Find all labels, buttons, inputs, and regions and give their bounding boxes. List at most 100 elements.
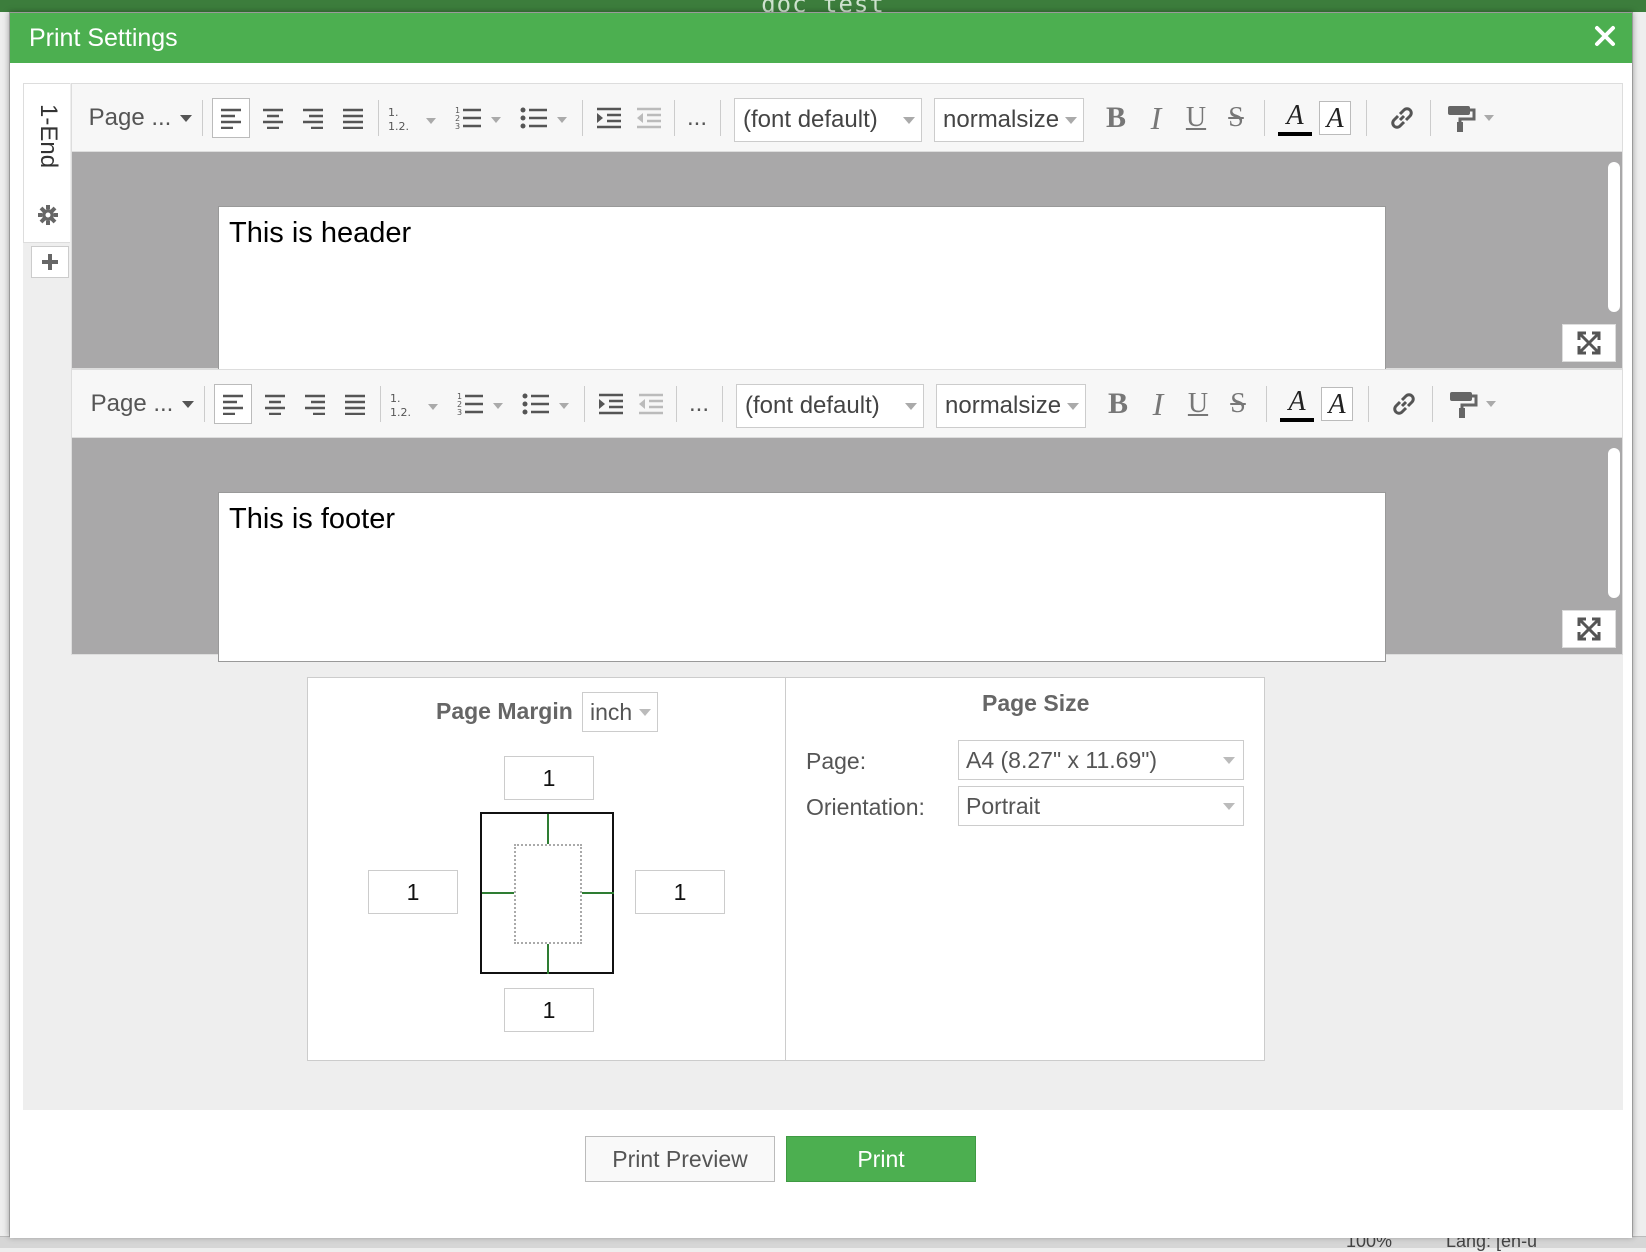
numbered-list-icon[interactable]: 123 xyxy=(454,384,512,424)
footer-text[interactable]: This is footer xyxy=(229,503,395,536)
margin-unit-select[interactable]: inch xyxy=(582,692,658,732)
bullet-list-icon[interactable] xyxy=(520,384,578,424)
toolbar-separator xyxy=(1368,386,1369,422)
background-color-icon: A xyxy=(1321,387,1353,421)
font-size-select[interactable]: normalsize xyxy=(936,384,1086,428)
bullet-list-icon[interactable] xyxy=(518,98,576,138)
underline-button[interactable]: U xyxy=(1178,98,1214,138)
caret-down-icon xyxy=(639,709,651,716)
page-size-value: A4 (8.27" x 11.69") xyxy=(966,747,1158,773)
header-page[interactable]: This is header xyxy=(218,206,1386,376)
link-icon[interactable] xyxy=(1384,384,1424,424)
font-family-select[interactable]: (font default) xyxy=(734,98,922,142)
expand-icon[interactable] xyxy=(1562,324,1616,362)
footer-editor: Page ... 1. 1.2. 1 2 3 ... (font default… xyxy=(71,369,1623,662)
add-section-button[interactable] xyxy=(31,246,69,278)
align-center-icon[interactable] xyxy=(254,98,292,138)
footer-page[interactable]: This is footer xyxy=(218,492,1386,662)
strikethrough-button[interactable]: S xyxy=(1220,384,1256,424)
orientation-select[interactable]: Portrait xyxy=(958,786,1244,826)
margin-top-input[interactable]: 1 xyxy=(504,756,594,800)
margin-right-input[interactable]: 1 xyxy=(635,870,725,914)
margin-bottom-input[interactable]: 1 xyxy=(504,988,594,1032)
dialog-title: Print Settings xyxy=(29,24,178,52)
print-preview-button[interactable]: Print Preview xyxy=(585,1136,775,1182)
svg-text:1.2.: 1.2. xyxy=(388,120,409,132)
bold-button[interactable]: B xyxy=(1100,384,1136,424)
dialog-titlebar: Print Settings xyxy=(10,13,1632,63)
format-painter-icon[interactable] xyxy=(1444,384,1508,424)
italic-button[interactable]: I xyxy=(1140,384,1176,424)
toolbar-separator xyxy=(1266,386,1267,422)
multilevel-list-icon[interactable]: 1. 1.2. xyxy=(386,384,448,424)
scroll-thumb[interactable] xyxy=(1608,448,1620,598)
margin-unit-value: inch xyxy=(590,699,633,725)
outdent-icon[interactable] xyxy=(630,98,668,138)
font-family-value: (font default) xyxy=(743,106,878,133)
caret-down-icon xyxy=(1223,803,1235,810)
outdent-icon[interactable] xyxy=(632,384,670,424)
align-right-icon[interactable] xyxy=(294,98,332,138)
section-rail: 1-End xyxy=(23,83,70,695)
caret-down-icon xyxy=(1067,403,1079,410)
close-icon[interactable] xyxy=(1590,21,1620,51)
svg-text:3: 3 xyxy=(455,122,460,131)
multilevel-list-icon[interactable]: 1. 1.2. xyxy=(384,98,446,138)
toolbar-separator xyxy=(582,100,583,136)
page-field-dropdown[interactable]: Page ... xyxy=(88,384,198,424)
section-range-label: 1-End xyxy=(35,104,62,169)
indent-icon[interactable] xyxy=(592,384,630,424)
expand-icon[interactable] xyxy=(1562,610,1616,648)
bold-button[interactable]: B xyxy=(1098,98,1134,138)
print-button[interactable]: Print xyxy=(786,1136,976,1182)
page-size-select[interactable]: A4 (8.27" x 11.69") xyxy=(958,740,1244,780)
numbered-list-icon[interactable]: 123 xyxy=(452,98,510,138)
justify-icon[interactable] xyxy=(336,384,374,424)
link-icon[interactable] xyxy=(1382,98,1422,138)
toolbar-separator xyxy=(380,386,381,422)
align-center-icon[interactable] xyxy=(256,384,294,424)
background-color-button[interactable]: A xyxy=(1318,384,1356,424)
font-family-select[interactable]: (font default) xyxy=(736,384,924,428)
caret-down-icon xyxy=(905,403,917,410)
scroll-thumb[interactable] xyxy=(1608,162,1620,312)
font-color-button[interactable]: A xyxy=(1278,384,1316,424)
svg-text:3: 3 xyxy=(457,408,462,417)
font-family-value: (font default) xyxy=(745,392,880,419)
font-size-value: normalsize xyxy=(943,106,1060,133)
caret-down-icon xyxy=(1065,117,1077,124)
toolbar-separator xyxy=(1264,100,1265,136)
margin-left-input[interactable]: 1 xyxy=(368,870,458,914)
margin-guide-left xyxy=(482,892,514,894)
gear-icon[interactable] xyxy=(37,204,59,231)
indent-icon[interactable] xyxy=(590,98,628,138)
page-field-dropdown[interactable]: Page ... xyxy=(86,98,196,138)
font-color-button[interactable]: A xyxy=(1276,98,1314,138)
header-scrollbar[interactable] xyxy=(1606,162,1622,312)
more-options-button[interactable]: ... xyxy=(682,384,716,424)
toolbar-separator xyxy=(378,100,379,136)
dialog-body: 1-End Page ... 1. 1.2. 1 2 3 ... (font d… xyxy=(23,83,1623,1173)
background-color-button[interactable]: A xyxy=(1316,98,1354,138)
margin-guide-right xyxy=(582,892,614,894)
strikethrough-button[interactable]: S xyxy=(1218,98,1254,138)
align-left-icon[interactable] xyxy=(212,98,250,138)
toolbar-separator xyxy=(1430,100,1431,136)
page-field-label: Page ... xyxy=(88,104,172,131)
toolbar-separator xyxy=(720,100,721,136)
align-left-icon[interactable] xyxy=(214,384,252,424)
more-options-button[interactable]: ... xyxy=(680,98,714,138)
section-tab[interactable]: 1-End xyxy=(23,83,70,243)
format-painter-icon[interactable] xyxy=(1442,98,1506,138)
page-margin-title: Page Margin xyxy=(436,698,573,724)
header-text[interactable]: This is header xyxy=(229,217,411,250)
page-margin-diagram xyxy=(480,812,614,974)
justify-icon[interactable] xyxy=(334,98,372,138)
underline-button[interactable]: U xyxy=(1180,384,1216,424)
font-size-select[interactable]: normalsize xyxy=(934,98,1084,142)
italic-button[interactable]: I xyxy=(1138,98,1174,138)
footer-scrollbar[interactable] xyxy=(1606,448,1622,598)
background-color-icon: A xyxy=(1319,101,1351,135)
header-toolbar: Page ... 1. 1.2. 1 2 3 ... (font default… xyxy=(72,84,1622,152)
align-right-icon[interactable] xyxy=(296,384,334,424)
